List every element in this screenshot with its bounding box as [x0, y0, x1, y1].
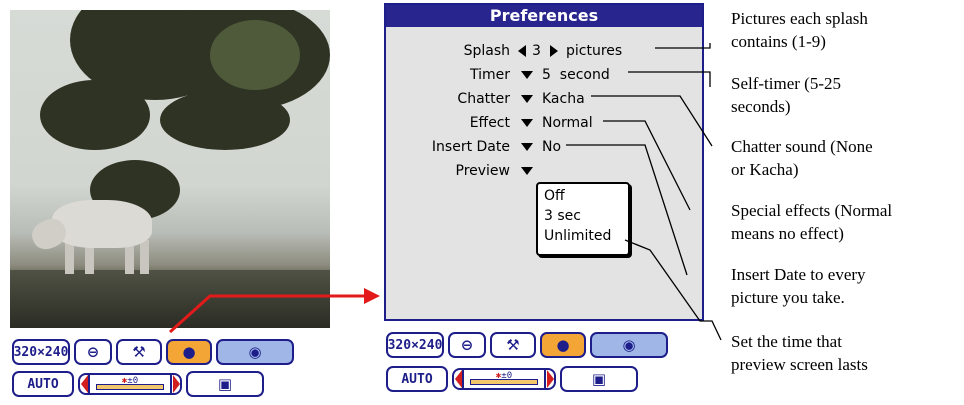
- annotation-splash: Pictures each splash contains (1-9): [731, 7, 868, 53]
- annotation-chatter: Chatter sound (None or Kacha): [731, 135, 873, 181]
- annotation-line: Set the time that: [731, 332, 842, 351]
- annotation-insert-date: Insert Date to every picture you take.: [731, 263, 866, 309]
- red-arrow: [168, 294, 368, 334]
- callout-line-splash: [655, 43, 711, 49]
- annotation-line: contains (1-9): [731, 32, 826, 51]
- annotation-line: or Kacha): [731, 160, 799, 179]
- annotation-preview: Set the time that preview screen lasts: [731, 330, 868, 376]
- annotation-line: Special effects (Normal: [731, 201, 893, 220]
- callout-line-preview: [624, 239, 722, 341]
- callout-line-effect: [603, 120, 691, 211]
- callout-line-insert-date: [566, 144, 688, 276]
- annotation-line: seconds): [731, 97, 791, 116]
- annotation-timer: Self-timer (5-25 seconds): [731, 72, 841, 118]
- annotation-line: preview screen lasts: [731, 355, 868, 374]
- annotation-line: Pictures each splash: [731, 9, 868, 28]
- callout-line-timer: [628, 71, 711, 87]
- red-arrow-head: [364, 288, 380, 304]
- annotation-line: Self-timer (5-25: [731, 74, 841, 93]
- annotation-line: Chatter sound (None: [731, 137, 873, 156]
- annotation-line: means no effect): [731, 224, 844, 243]
- annotation-line: picture you take.: [731, 288, 845, 307]
- annotation-effect: Special effects (Normal means no effect): [731, 199, 892, 245]
- annotation-line: Insert Date to every: [731, 265, 866, 284]
